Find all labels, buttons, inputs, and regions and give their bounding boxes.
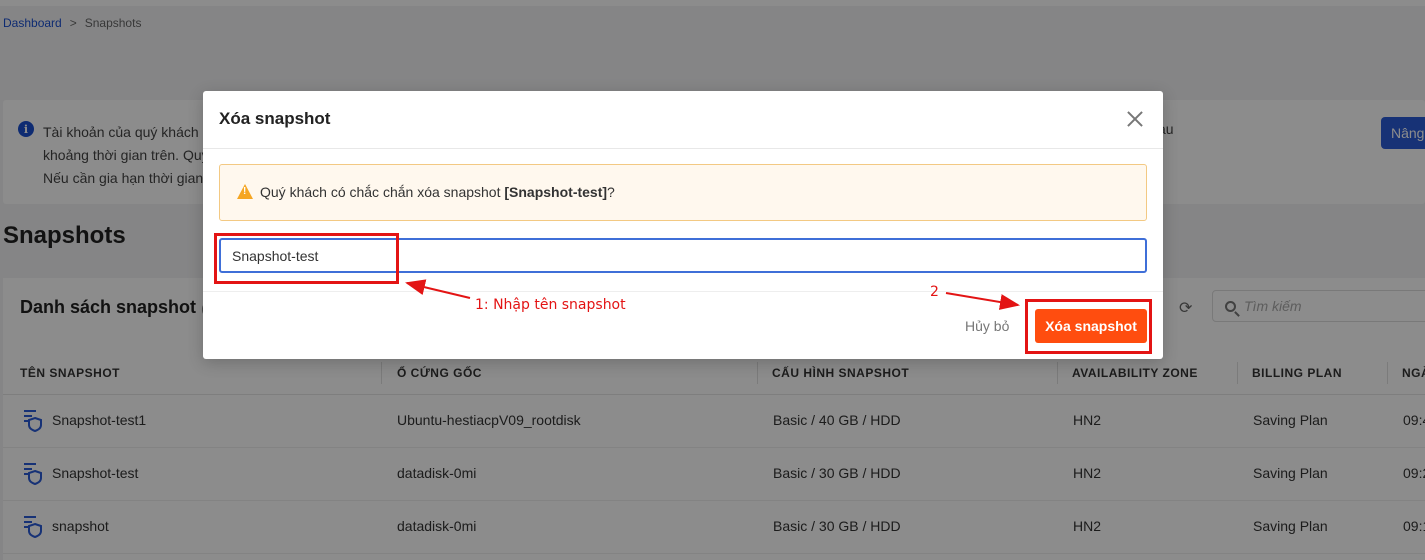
warning-message: Quý khách có chắc chắn xóa snapshot [Sna… [260, 184, 615, 200]
dialog-header: Xóa snapshot [203, 91, 1163, 149]
warning-icon [237, 184, 253, 199]
close-icon[interactable] [1125, 109, 1145, 129]
warning-alert: Quý khách có chắc chắn xóa snapshot [Sna… [219, 164, 1147, 221]
delete-snapshot-dialog: Xóa snapshot Quý khách có chắc chắn xóa … [203, 91, 1163, 359]
warning-snapshot-name: [Snapshot-test] [504, 184, 608, 200]
annotation-box-delete [1025, 299, 1152, 354]
dialog-footer: Hủy bỏ Xóa snapshot [203, 291, 1163, 360]
annotation-box-input [214, 233, 399, 284]
warning-suffix: ? [607, 184, 615, 200]
dialog-title: Xóa snapshot [219, 109, 331, 128]
annotation-step-1: 1: Nhập tên snapshot [475, 297, 626, 313]
cancel-button[interactable]: Hủy bỏ [965, 318, 1009, 334]
warning-prefix: Quý khách có chắc chắn xóa snapshot [260, 184, 505, 200]
annotation-step-2: 2 [930, 284, 939, 300]
